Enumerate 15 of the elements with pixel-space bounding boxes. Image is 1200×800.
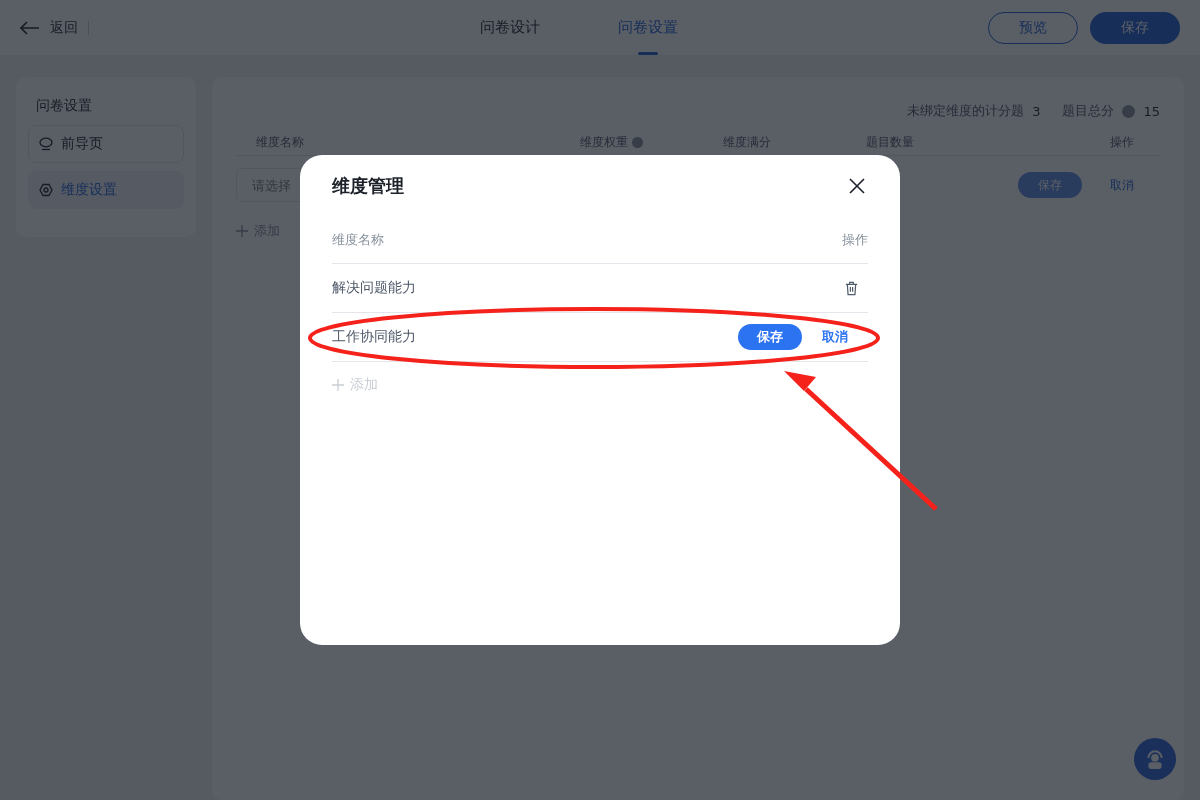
- dimension-name: 工作协同能力: [332, 328, 416, 346]
- cancel-link[interactable]: 取消: [1110, 176, 1134, 194]
- sidebar-title: 问卷设置: [35, 97, 93, 115]
- dialog-title: 维度管理: [332, 174, 404, 198]
- save-button[interactable]: 保存: [738, 324, 802, 350]
- trash-icon[interactable]: [845, 280, 858, 296]
- close-icon[interactable]: [849, 178, 865, 194]
- cancel-link[interactable]: 取消: [822, 328, 848, 346]
- summary-value: 15: [1143, 103, 1160, 119]
- tab[interactable]: 问卷设置: [618, 0, 678, 55]
- dimension-name: 解决问题能力: [332, 279, 416, 297]
- summary-value: 3: [1032, 103, 1041, 119]
- column-header: 操作: [842, 231, 868, 249]
- column-header: 维度名称: [332, 231, 384, 249]
- plus-icon: [332, 379, 344, 391]
